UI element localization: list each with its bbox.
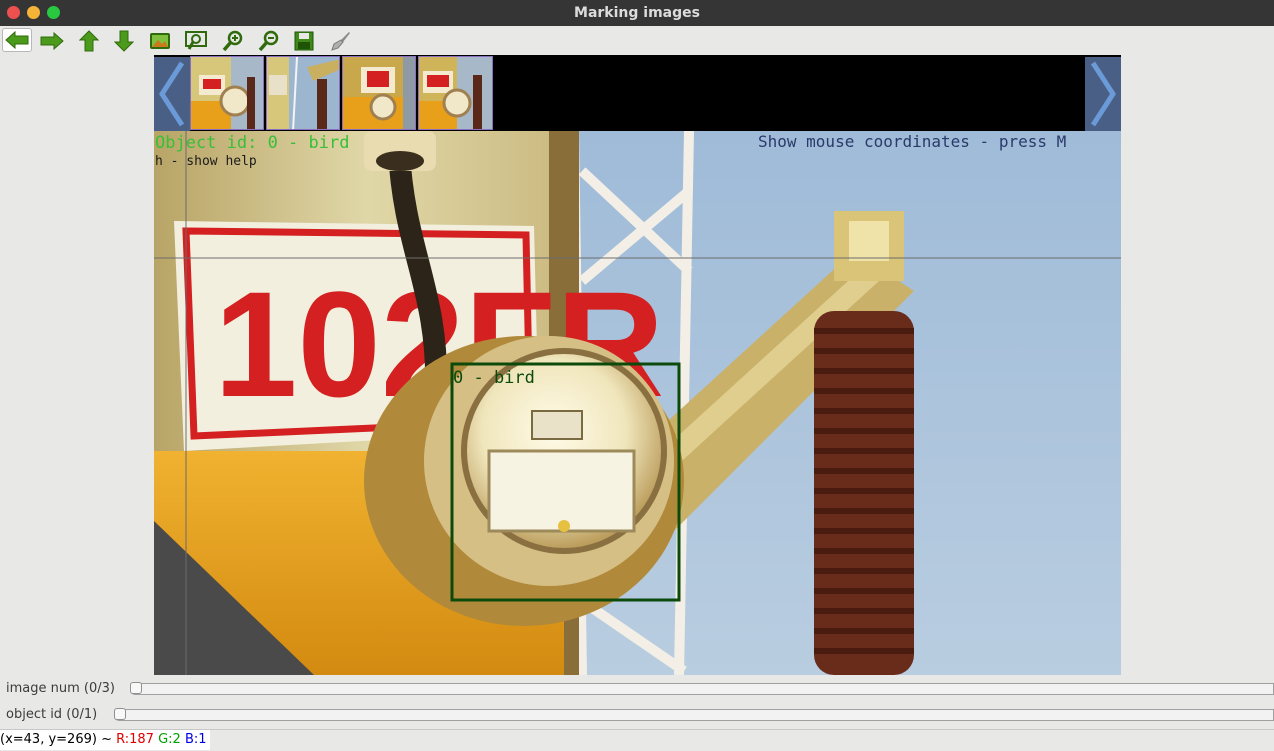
thumbnail-4[interactable] bbox=[418, 56, 493, 130]
main-photo[interactable]: 102FR 0 - bird Object id: 0 - bird h - s bbox=[154, 131, 1121, 675]
image-icon bbox=[150, 33, 170, 49]
trackbar-object-id-handle[interactable] bbox=[114, 708, 126, 720]
trackbar-image-num-label: image num (0/3) bbox=[6, 681, 115, 696]
back-button[interactable] bbox=[2, 28, 32, 52]
up-button[interactable] bbox=[75, 28, 103, 54]
forward-button[interactable] bbox=[38, 28, 66, 54]
chevron-left-icon bbox=[159, 61, 185, 127]
thumbnail-2[interactable] bbox=[266, 56, 340, 130]
back-icon bbox=[5, 31, 29, 49]
window-titlebar: Marking images bbox=[0, 0, 1274, 26]
zoom-out-icon bbox=[258, 30, 279, 52]
image-button[interactable] bbox=[146, 28, 174, 54]
thumbnail-3[interactable] bbox=[342, 56, 416, 130]
zoom-in-button[interactable] bbox=[219, 28, 247, 54]
trackbar-image-num: image num (0/3) bbox=[0, 677, 1274, 703]
thumbnail-1[interactable] bbox=[190, 56, 264, 130]
bbox-label: 0 - bird bbox=[453, 368, 535, 388]
down-button[interactable] bbox=[110, 28, 138, 54]
down-icon bbox=[114, 30, 134, 52]
trackbar-image-num-groove[interactable] bbox=[130, 683, 1274, 695]
trackbar-image-num-handle[interactable] bbox=[130, 682, 142, 694]
help-hint-overlay: h - show help bbox=[155, 154, 257, 169]
trackbar-object-id: object id (0/1) bbox=[0, 703, 1274, 729]
window-title: Marking images bbox=[574, 5, 700, 21]
up-icon bbox=[79, 30, 99, 52]
status-coords: (x=43, y=269) ~ bbox=[0, 732, 117, 747]
status-readout: (x=43, y=269) ~ R:187 G:2 B:1 bbox=[0, 730, 210, 750]
zoom-in-icon bbox=[222, 30, 243, 52]
strip-next-button[interactable] bbox=[1085, 57, 1121, 131]
object-id-overlay: Object id: 0 - bird bbox=[155, 133, 349, 153]
thumbnail-strip bbox=[154, 55, 1121, 131]
image-viewer[interactable]: 102FR 0 - bird Object id: 0 - bird h - s bbox=[154, 55, 1121, 675]
zoom-fit-icon bbox=[185, 31, 207, 50]
trackbar-object-id-label: object id (0/1) bbox=[6, 707, 98, 722]
save-icon bbox=[294, 31, 314, 51]
mouse-hint-overlay: Show mouse coordinates - press M bbox=[758, 132, 1066, 151]
status-r-value: R:187 bbox=[116, 732, 154, 747]
zoom-out-button[interactable] bbox=[255, 28, 283, 54]
forward-icon bbox=[40, 32, 64, 50]
status-bar: (x=43, y=269) ~ R:187 G:2 B:1 bbox=[0, 729, 1274, 751]
trackbar-object-id-groove[interactable] bbox=[114, 709, 1274, 721]
toolbar bbox=[0, 26, 1274, 56]
brush-icon bbox=[331, 32, 350, 51]
chevron-right-icon bbox=[1090, 61, 1116, 127]
status-b-value: B:1 bbox=[184, 732, 207, 747]
save-button[interactable] bbox=[290, 28, 318, 54]
zoom-fit-button[interactable] bbox=[182, 28, 210, 54]
strip-prev-button[interactable] bbox=[154, 57, 190, 131]
status-g-value: G:2 bbox=[158, 732, 181, 747]
photo-canvas: 102FR 0 - bird Object id: 0 - bird h - s bbox=[154, 131, 1121, 675]
brush-button[interactable] bbox=[326, 28, 354, 54]
